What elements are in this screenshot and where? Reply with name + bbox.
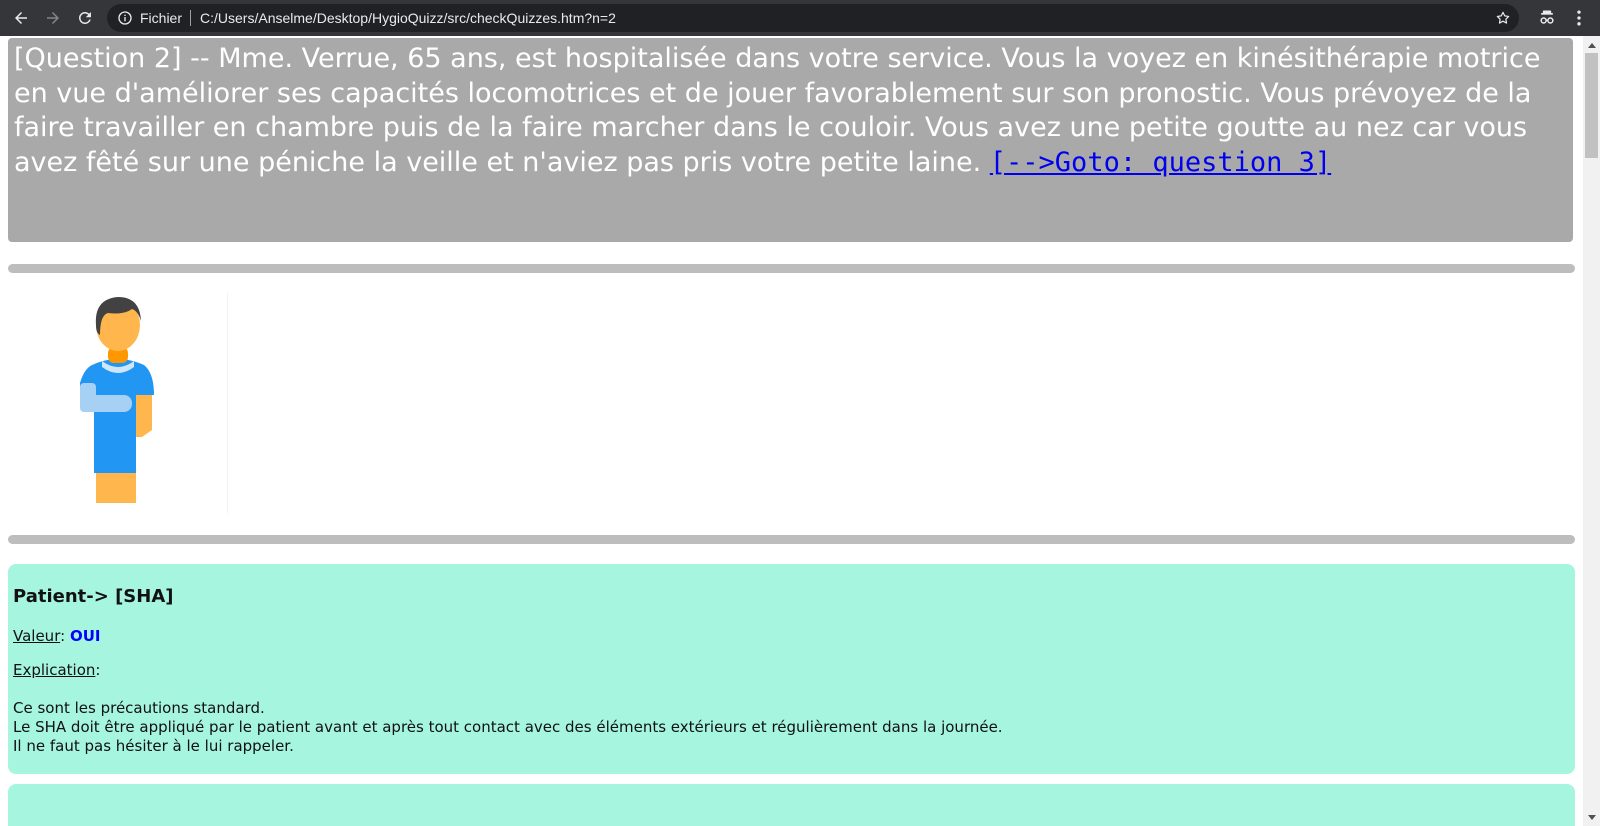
browser-toolbar: Fichier C:/Users/Anselme/Desktop/HygioQu… [0, 0, 1600, 36]
scheme-label: Fichier [140, 10, 183, 26]
explication-separator: : [95, 661, 101, 679]
patient-illustration [8, 293, 228, 513]
explication-line: Le SHA doit être appliqué par le patient… [13, 718, 1003, 736]
arrow-right-icon [47, 12, 59, 24]
question-block: [Question 2] -- Mme. Verrue, 65 ans, est… [8, 38, 1573, 242]
answer-card-next [8, 784, 1575, 826]
reload-icon [78, 11, 91, 24]
value-label: Valeur [13, 627, 61, 645]
incognito-icon[interactable] [1537, 8, 1557, 28]
star-icon[interactable] [1495, 10, 1511, 26]
explication-text: Ce sont les précautions standard. Le SHA… [13, 699, 1570, 756]
triangle-down-icon [1587, 814, 1596, 820]
goto-question-link[interactable]: [-->Goto: question 3] [990, 147, 1331, 178]
toolbar-right [1531, 8, 1589, 28]
scroll-thumb[interactable] [1585, 53, 1598, 158]
more-menu-icon[interactable] [1569, 8, 1589, 28]
back-button[interactable] [7, 4, 35, 32]
omnibox-separator [190, 10, 192, 26]
page-content: [Question 2] -- Mme. Verrue, 65 ans, est… [0, 36, 1583, 826]
explication-row: Explication: [13, 661, 1570, 679]
divider [8, 264, 1575, 273]
url-text[interactable]: C:/Users/Anselme/Desktop/HygioQuizz/src/… [200, 10, 616, 26]
value-separator: : [60, 627, 70, 645]
reload-button[interactable] [71, 4, 99, 32]
value-text: OUI [69, 627, 101, 645]
explication-label: Explication [13, 661, 96, 679]
answer-title: Patient-> [SHA] [13, 586, 174, 607]
scroll-down-button[interactable] [1583, 809, 1600, 826]
address-bar[interactable]: Fichier C:/Users/Anselme/Desktop/HygioQu… [107, 4, 1519, 32]
triangle-up-icon [1587, 42, 1596, 48]
scroll-up-button[interactable] [1583, 36, 1600, 53]
divider [8, 535, 1575, 544]
patient-figure-icon [80, 297, 154, 503]
forward-button[interactable] [39, 4, 67, 32]
value-row: Valeur: OUI [13, 627, 1570, 645]
info-icon[interactable] [117, 10, 133, 26]
explication-line: Ce sont les précautions standard. [13, 699, 265, 717]
arrow-left-icon [15, 12, 27, 24]
explication-line: Il ne faut pas hésiter à le lui rappeler… [13, 737, 294, 755]
answer-card: Patient-> [SHA] Valeur: OUI Explication:… [8, 564, 1575, 774]
vertical-scrollbar[interactable] [1583, 36, 1600, 826]
